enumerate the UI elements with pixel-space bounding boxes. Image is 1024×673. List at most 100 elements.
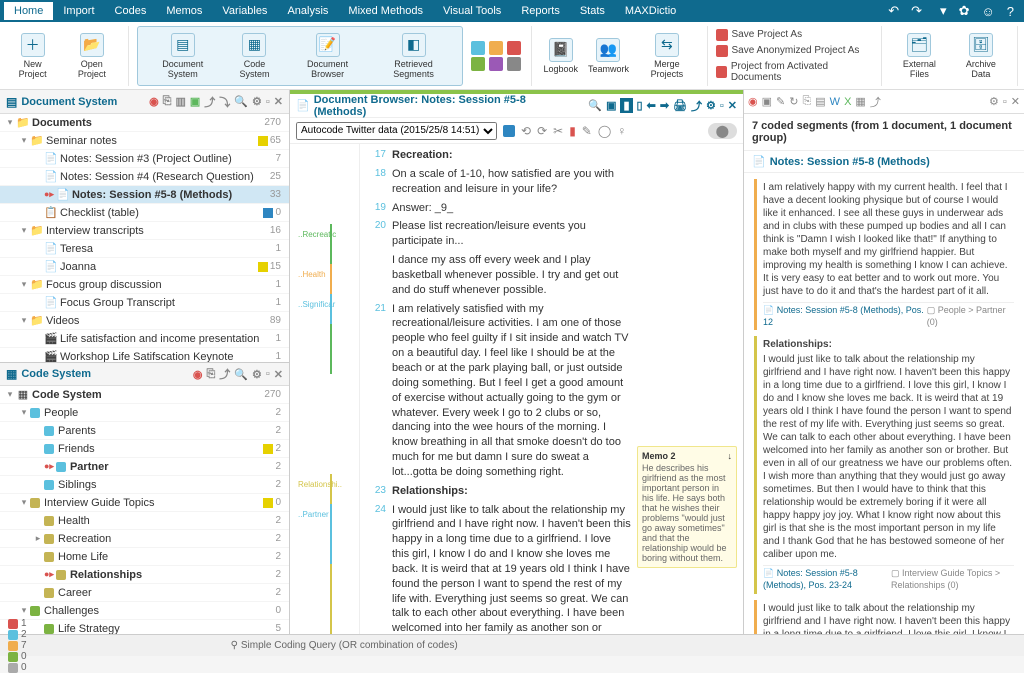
toolbar-icon[interactable]: ✂ [553,124,563,138]
paragraph-text[interactable]: Please list recreation/leisure events yo… [392,219,631,249]
code-tree-item[interactable]: ●▸Relationships2 [0,566,289,584]
dropdown-icon[interactable]: ▫ [266,96,270,108]
code-label[interactable]: ..Partner [298,510,329,521]
color-swatch[interactable] [471,41,485,55]
toolbar-icon[interactable]: ➡ [660,99,669,112]
export-icon[interactable]: ⤴ [691,98,702,114]
save-project-as-button[interactable]: Save Project As [716,28,803,42]
status-indicator[interactable]: 2 [8,629,27,640]
toolbar-icon[interactable]: ⤴ [870,94,881,110]
toolbar-icon[interactable]: ⤴ [204,94,215,110]
logbook-button[interactable]: 📓Logbook [540,36,582,76]
autocode-select[interactable]: Autocode Twitter data (2015/25/8 14:51) [296,122,497,140]
status-indicator[interactable]: 0 [8,662,27,673]
code-tree-item[interactable]: Health2 [0,512,289,530]
paragraph-text[interactable]: Answer: _9_ [392,201,631,216]
dropdown-icon[interactable]: ▫ [266,368,270,380]
document-tree-item[interactable]: ▾📁Seminar notes65 [0,132,289,150]
code-tree-item[interactable]: Career2 [0,584,289,602]
code-bracket[interactable] [330,504,332,564]
toolbar-icon[interactable]: ▣ [762,95,772,108]
document-tree-item[interactable]: 📄Joanna15 [0,258,289,276]
close-icon[interactable]: ✕ [274,95,283,108]
undo-icon[interactable]: ↶ [888,3,899,19]
teamwork-button[interactable]: 👥Teamwork [586,36,631,76]
color-swatch[interactable] [489,41,503,55]
user-icon[interactable]: ▾ [940,3,947,19]
toolbar-icon[interactable]: ⎘ [163,95,172,108]
status-indicator[interactable]: 0 [8,651,27,662]
new-project-button[interactable]: ＋New Project [6,31,59,81]
toolbar-icon[interactable]: ◉ [748,95,758,108]
status-indicator[interactable]: 1 [8,618,27,629]
search-icon[interactable]: 🔍 [234,368,248,381]
code-tree-item[interactable]: Parents2 [0,422,289,440]
color-swatch[interactable] [471,57,485,71]
code-label[interactable]: ..Significar [298,300,335,311]
code-tree[interactable]: ▾▦Code System270▾People2Parents2Friends2… [0,386,289,634]
code-label[interactable]: ..Recreatic [298,230,336,241]
menu-tab-variables[interactable]: Variables [212,2,277,20]
toolbar-icon[interactable]: ▯ [637,99,643,112]
menu-tab-codes[interactable]: Codes [105,2,157,20]
menu-tab-mixed-methods[interactable]: Mixed Methods [338,2,433,20]
code-system-button[interactable]: ▦Code System [225,31,284,81]
paragraph-text[interactable]: On a scale of 1-10, how satisfied are yo… [392,167,631,197]
document-browser-button[interactable]: 📝Document Browser [288,31,368,81]
document-tree[interactable]: ▾📁Documents270▾📁Seminar notes65📄Notes: S… [0,114,289,362]
dropdown-icon[interactable]: ▫ [720,100,724,112]
paragraph-text[interactable]: Recreation: [392,148,631,163]
menu-tab-visual-tools[interactable]: Visual Tools [433,2,511,20]
toolbar-icon[interactable]: ▦ [855,95,865,108]
toolbar-icon[interactable]: X [844,96,851,108]
document-tree-item[interactable]: 🎬Life satisfaction and income presentati… [0,330,289,348]
document-tree-item[interactable]: 📄Focus Group Transcript1 [0,294,289,312]
document-system-button[interactable]: ▤Document System [144,31,221,81]
toolbar-icon[interactable]: W [830,96,840,108]
memo-popup[interactable]: Memo 2↓ He describes his girlfriend as t… [637,446,737,568]
close-icon[interactable]: ✕ [1011,95,1020,108]
toolbar-icon[interactable]: ▮ [569,124,576,138]
redo-icon[interactable]: ↷ [911,3,922,19]
segment-list[interactable]: I am relatively happy with my current he… [744,173,1024,634]
code-tree-item[interactable]: Siblings2 [0,476,289,494]
save-anonymized-button[interactable]: Save Anonymized Project As [716,44,860,58]
project-from-activated-button[interactable]: Project from Activated Documents [716,60,873,84]
close-icon[interactable]: ✕ [274,368,283,381]
settings-icon[interactable]: ✿ [959,3,970,19]
toolbar-icon[interactable]: ⤴ [219,366,230,382]
feedback-icon[interactable]: ☺ [981,4,994,19]
menu-tab-analysis[interactable]: Analysis [277,2,338,20]
menu-tab-reports[interactable]: Reports [511,2,570,20]
tree-root[interactable]: ▾📁Documents270 [0,114,289,132]
toolbar-icon[interactable]: ▤ [815,95,825,108]
code-margin[interactable]: ..Recreatic..Health..SignificarRelations… [290,144,360,634]
toolbar-icon[interactable]: ◉ [193,368,203,381]
code-tree-item[interactable]: Home Life2 [0,548,289,566]
toolbar-icon[interactable]: ◉ [149,95,159,108]
gear-icon[interactable]: ⚙ [252,95,262,108]
retrieved-segment[interactable]: I am relatively happy with my current he… [754,179,1020,330]
color-swatch[interactable] [507,41,521,55]
external-files-button[interactable]: 🗂External Files [890,31,949,81]
close-icon[interactable]: ✕ [728,99,737,112]
document-tree-item[interactable]: 📄Teresa1 [0,240,289,258]
status-indicator[interactable]: 7 [8,640,27,651]
code-tree-item[interactable]: Life Strategy5 [0,620,289,634]
toolbar-icon[interactable]: ⟳ [537,124,547,138]
color-indicator[interactable] [503,125,515,137]
document-tree-item[interactable]: ▾📁Focus group discussion1 [0,276,289,294]
menu-tab-maxdictio[interactable]: MAXDictio [615,2,686,20]
code-label[interactable]: Relationshi.. [298,480,342,491]
help-icon[interactable]: ? [1007,4,1014,19]
menu-tab-import[interactable]: Import [53,2,104,20]
color-swatch[interactable] [489,57,503,71]
color-swatch[interactable] [507,57,521,71]
toolbar-icon[interactable]: ⎘ [802,95,811,108]
paragraph-text[interactable]: I dance my ass off every week and I play… [392,253,631,298]
document-tree-item[interactable]: ▾📁Interview transcripts16 [0,222,289,240]
tree-root[interactable]: ▾▦Code System270 [0,386,289,404]
retrieved-segment[interactable]: I would just like to talk about the rela… [754,600,1020,634]
toolbar-icon[interactable]: ♀ [617,124,626,138]
retrieved-segment[interactable]: Relationships:I would just like to talk … [754,336,1020,593]
